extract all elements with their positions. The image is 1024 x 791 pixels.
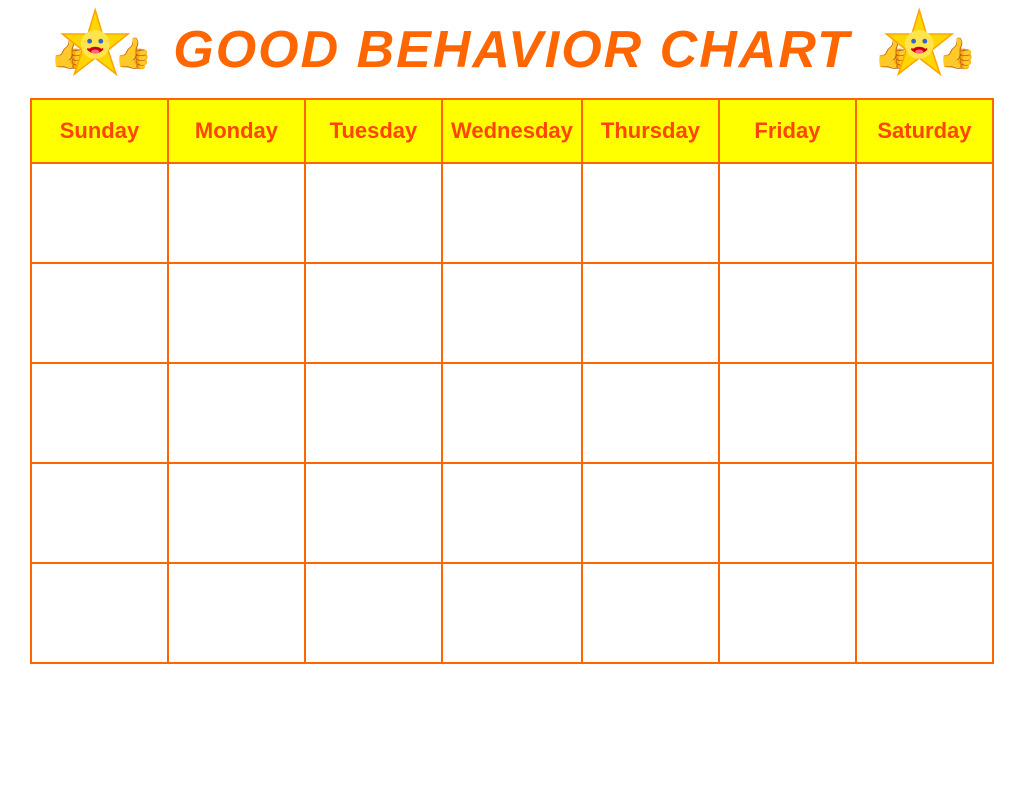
- cell-row3-fri[interactable]: [719, 363, 856, 463]
- cell-row3-thu[interactable]: [582, 363, 719, 463]
- cell-row5-thu[interactable]: [582, 563, 719, 663]
- table-row: [31, 563, 993, 663]
- cell-row2-wed[interactable]: [442, 263, 582, 363]
- cell-row1-wed[interactable]: [442, 163, 582, 263]
- svg-text:👍: 👍: [114, 36, 150, 71]
- cell-row2-sun[interactable]: [31, 263, 168, 363]
- svg-text:👍: 👍: [938, 36, 974, 71]
- cell-row5-wed[interactable]: [442, 563, 582, 663]
- day-header-row: Sunday Monday Tuesday Wednesday Thursday…: [31, 99, 993, 163]
- page-header: 👍 👍 GOOD BEHAVIOR CHART 👍: [30, 20, 994, 80]
- header-saturday: Saturday: [856, 99, 993, 163]
- cell-row5-tue[interactable]: [305, 563, 442, 663]
- table-row: [31, 463, 993, 563]
- cell-row4-thu[interactable]: [582, 463, 719, 563]
- page-title: GOOD BEHAVIOR CHART: [173, 20, 850, 80]
- star-right-decoration: 👍 👍: [874, 5, 974, 95]
- cell-row5-sun[interactable]: [31, 563, 168, 663]
- cell-row2-tue[interactable]: [305, 263, 442, 363]
- cell-row4-sun[interactable]: [31, 463, 168, 563]
- cell-row4-mon[interactable]: [168, 463, 305, 563]
- cell-row2-sat[interactable]: [856, 263, 993, 363]
- cell-row4-wed[interactable]: [442, 463, 582, 563]
- cell-row4-sat[interactable]: [856, 463, 993, 563]
- table-row: [31, 363, 993, 463]
- table-row: [31, 263, 993, 363]
- cell-row1-sat[interactable]: [856, 163, 993, 263]
- star-left-decoration: 👍 👍: [50, 5, 150, 95]
- header-wednesday: Wednesday: [442, 99, 582, 163]
- cell-row3-sat[interactable]: [856, 363, 993, 463]
- header-friday: Friday: [719, 99, 856, 163]
- cell-row1-mon[interactable]: [168, 163, 305, 263]
- cell-row1-sun[interactable]: [31, 163, 168, 263]
- cell-row5-mon[interactable]: [168, 563, 305, 663]
- cell-row1-tue[interactable]: [305, 163, 442, 263]
- cell-row3-tue[interactable]: [305, 363, 442, 463]
- cell-row3-wed[interactable]: [442, 363, 582, 463]
- behavior-chart: Sunday Monday Tuesday Wednesday Thursday…: [30, 98, 994, 664]
- cell-row2-fri[interactable]: [719, 263, 856, 363]
- table-row: [31, 163, 993, 263]
- cell-row4-fri[interactable]: [719, 463, 856, 563]
- header-sunday: Sunday: [31, 99, 168, 163]
- cell-row1-thu[interactable]: [582, 163, 719, 263]
- cell-row3-mon[interactable]: [168, 363, 305, 463]
- header-tuesday: Tuesday: [305, 99, 442, 163]
- cell-row4-tue[interactable]: [305, 463, 442, 563]
- header-monday: Monday: [168, 99, 305, 163]
- header-thursday: Thursday: [582, 99, 719, 163]
- cell-row1-fri[interactable]: [719, 163, 856, 263]
- cell-row5-sat[interactable]: [856, 563, 993, 663]
- cell-row5-fri[interactable]: [719, 563, 856, 663]
- cell-row3-sun[interactable]: [31, 363, 168, 463]
- cell-row2-mon[interactable]: [168, 263, 305, 363]
- cell-row2-thu[interactable]: [582, 263, 719, 363]
